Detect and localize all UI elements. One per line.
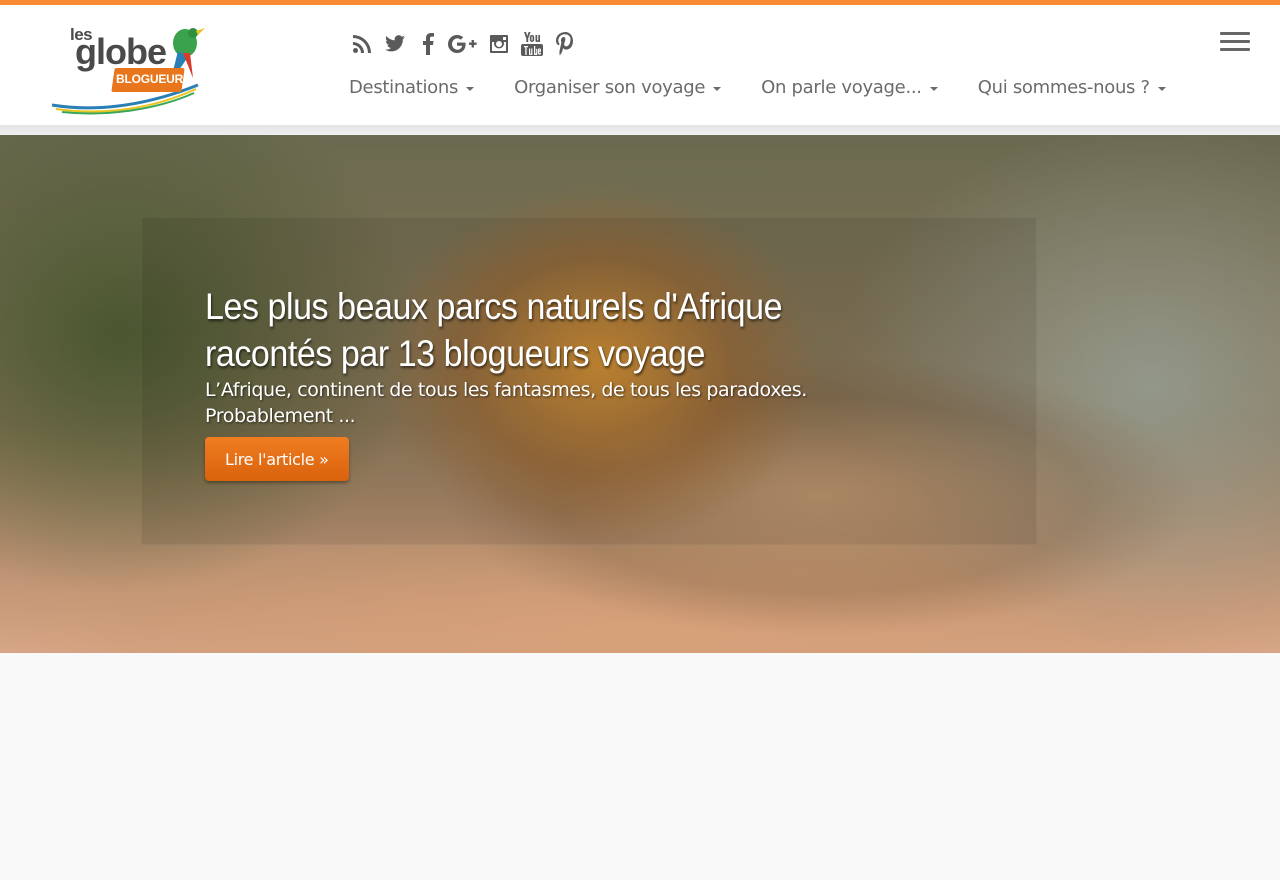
google-plus-icon[interactable] (444, 29, 482, 59)
twitter-icon[interactable] (378, 29, 411, 59)
facebook-icon[interactable] (411, 29, 444, 59)
hamburger-line (1220, 40, 1250, 43)
header-divider (0, 125, 1280, 135)
social-links (345, 29, 581, 59)
nav-item-label: On parle voyage... (761, 77, 922, 98)
rss-icon[interactable] (345, 29, 378, 59)
site-header: les globe BLOGUEURS Destinations Organis… (0, 5, 1280, 125)
youtube-icon[interactable] (515, 29, 548, 59)
instagram-icon[interactable] (482, 29, 515, 59)
nav-item-label: Organiser son voyage (514, 77, 706, 98)
caret-down-icon (466, 87, 475, 91)
nav-item-label: Qui sommes-nous ? (977, 77, 1150, 98)
nav-item-qui-sommes-nous[interactable]: Qui sommes-nous ? (978, 77, 1166, 98)
caret-down-icon (713, 87, 722, 91)
nav-item-destinations[interactable]: Destinations (349, 77, 475, 98)
menu-hamburger-icon[interactable] (1220, 32, 1250, 52)
hero-slider: Les plus beaux parcs naturels d'Afrique … (0, 135, 1280, 653)
logo-badge-text: BLOGUEURS (116, 72, 191, 86)
nav-item-label: Destinations (349, 77, 459, 98)
pinterest-icon[interactable] (548, 29, 581, 59)
content-area (0, 653, 1280, 880)
caret-down-icon (929, 87, 938, 91)
site-logo[interactable]: les globe BLOGUEURS (48, 23, 208, 115)
read-article-button[interactable]: Lire l'article » (205, 437, 349, 481)
nav-item-on-parle-voyage[interactable]: On parle voyage... (761, 77, 938, 98)
caret-down-icon (1157, 87, 1166, 91)
hamburger-line (1220, 48, 1250, 51)
hero-excerpt: L’Afrique, continent de tous les fantasm… (205, 379, 807, 427)
main-nav: Destinations Organiser son voyage On par… (349, 77, 1206, 98)
logo-text-main: globe (75, 31, 167, 72)
hero-title[interactable]: Les plus beaux parcs naturels d'Afrique … (205, 283, 904, 377)
hamburger-line (1220, 32, 1250, 35)
nav-item-organiser[interactable]: Organiser son voyage (514, 77, 722, 98)
